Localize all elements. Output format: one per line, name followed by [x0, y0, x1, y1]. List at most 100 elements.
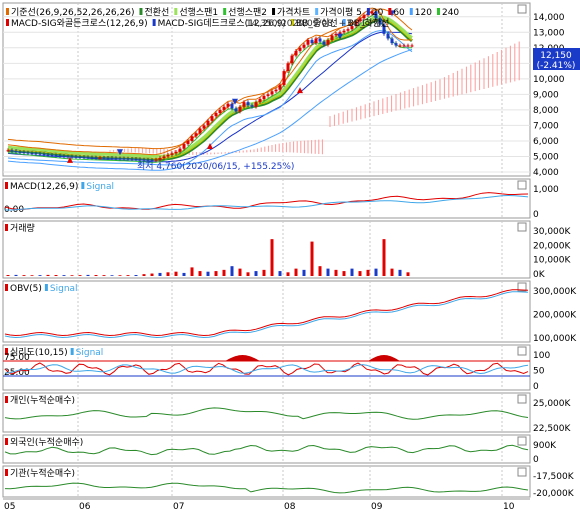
candle-body	[314, 38, 318, 44]
volume-bar	[54, 275, 58, 276]
candle-body	[294, 50, 298, 56]
panel-title: 개인(누적순매수)	[10, 394, 75, 406]
candle-body	[54, 155, 58, 157]
candle-body	[226, 103, 230, 107]
candle-body	[62, 156, 66, 158]
panel-close-icon[interactable]	[517, 394, 527, 404]
legend-item: 120	[415, 8, 432, 18]
legend-item: 전환선	[144, 6, 169, 18]
candle-body	[362, 15, 366, 19]
candle-body	[134, 158, 138, 160]
candle-body	[38, 153, 42, 155]
panel-signal-label: Signal	[86, 182, 114, 192]
candle-body	[334, 33, 338, 36]
candle-body	[266, 94, 270, 96]
volume-bar	[390, 268, 394, 276]
candle-body	[302, 44, 306, 48]
volume-bar	[206, 271, 210, 276]
panel-title: MACD(12,26,9)	[10, 182, 78, 192]
candle-body	[390, 38, 394, 44]
legend-swatch	[6, 19, 9, 26]
volume-bar	[150, 273, 154, 276]
axis-tick: 300,000K	[533, 287, 577, 297]
panel-title-swatch	[5, 284, 8, 291]
axis-tick: 0	[533, 210, 539, 220]
candle-body	[30, 153, 34, 155]
high-price-info: 14,350(2020/09/08, +34.13%)	[246, 19, 384, 29]
candle-body	[198, 128, 202, 134]
candle-body	[102, 157, 106, 159]
panel-close-icon[interactable]	[517, 4, 527, 14]
candle-body	[398, 45, 402, 47]
candle-body	[170, 153, 174, 155]
legend-item: 60	[393, 8, 405, 18]
axis-tick: 10,000K	[533, 256, 571, 266]
x-axis-label: 07	[173, 502, 184, 512]
candle-body	[58, 155, 62, 157]
volume-bar	[254, 271, 258, 276]
candle-body	[218, 109, 222, 114]
panel-frame-vol	[2, 220, 531, 279]
legend-swatch	[272, 8, 276, 15]
candle-body	[154, 159, 158, 161]
candle-body	[82, 157, 86, 159]
volume-bar	[30, 275, 34, 276]
price-axis-tick: 13,000	[533, 28, 565, 38]
candle-body	[42, 154, 46, 156]
volume-bar	[302, 269, 306, 276]
volume-bar	[294, 268, 298, 276]
volume-bar	[342, 271, 346, 276]
volume-bar	[38, 275, 42, 276]
candle-body	[142, 159, 146, 161]
panel-close-icon[interactable]	[517, 222, 527, 232]
candle-body	[174, 151, 178, 154]
price-axis-tick: 8,000	[533, 106, 559, 116]
candle-body	[274, 89, 278, 92]
candle-body	[342, 30, 346, 33]
candle-body	[270, 91, 274, 95]
candle-body	[122, 158, 126, 160]
candle-body	[210, 116, 214, 121]
candle-body	[242, 102, 246, 107]
axis-tick: 900K	[533, 441, 557, 451]
axis-tick: 0	[533, 382, 539, 392]
candle-body	[290, 55, 294, 64]
candle-body	[110, 158, 114, 160]
candle-body	[138, 159, 142, 161]
candle-body	[330, 35, 334, 41]
candle-body	[238, 106, 242, 112]
x-axis-label: 05	[4, 502, 15, 512]
current-price-change: (-2.41%)	[537, 61, 576, 71]
legend-swatch	[139, 8, 143, 15]
price-axis-tick: 10,000	[533, 75, 565, 85]
price-axis-tick: 5,000	[533, 152, 559, 162]
axis-tick: 100	[533, 351, 550, 361]
candle-body	[406, 45, 410, 47]
candle-body	[118, 158, 122, 160]
volume-bar	[22, 275, 26, 276]
candle-body	[202, 125, 206, 129]
candle-body	[70, 156, 74, 158]
axis-tick: 0	[533, 455, 539, 465]
current-price-value: 12,150	[540, 51, 572, 61]
panel-close-icon[interactable]	[517, 436, 527, 446]
candle-body	[258, 99, 262, 103]
panel-close-icon[interactable]	[517, 180, 527, 190]
candle-body	[310, 40, 314, 44]
legend-swatch	[315, 8, 319, 15]
panel-title-swatch	[5, 396, 8, 403]
candle-body	[246, 102, 250, 106]
candle-body	[14, 151, 18, 153]
panel-close-icon[interactable]	[517, 467, 527, 477]
volume-bar	[406, 272, 410, 276]
x-axis-label: 08	[284, 502, 296, 512]
volume-bar	[318, 266, 322, 276]
volume-bar	[166, 272, 170, 276]
candle-body	[394, 43, 398, 46]
axis-tick: -17,500K	[533, 472, 575, 482]
panel-signal-swatch	[70, 348, 74, 355]
price-axis-tick: 6,000	[533, 137, 559, 147]
volume-bar	[214, 271, 218, 276]
panel-close-icon[interactable]	[517, 346, 527, 356]
candle-body	[318, 38, 322, 42]
